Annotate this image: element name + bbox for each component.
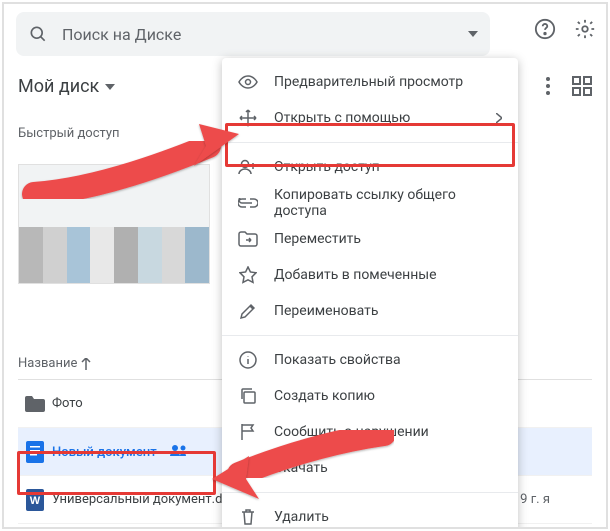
trash-icon xyxy=(238,508,258,526)
menu-details[interactable]: Показать свойства xyxy=(222,342,518,378)
chevron-right-icon xyxy=(496,113,502,123)
shared-icon xyxy=(170,444,188,456)
help-icon[interactable] xyxy=(534,18,556,40)
folder-icon xyxy=(18,396,52,412)
download-icon xyxy=(238,459,258,477)
menu-star[interactable]: Добавить в помеченные xyxy=(222,257,518,293)
svg-text:W: W xyxy=(30,495,41,507)
flag-icon xyxy=(238,423,258,441)
menu-preview[interactable]: Предварительный просмотр xyxy=(222,64,518,100)
word-icon: W xyxy=(18,489,52,511)
menu-copy[interactable]: Создать копию xyxy=(222,378,518,414)
search-bar[interactable]: Поиск на Диске xyxy=(16,12,490,56)
quick-access-thumbnail[interactable] xyxy=(18,164,210,284)
more-icon[interactable] xyxy=(546,77,550,95)
star-icon xyxy=(238,266,258,284)
gdoc-icon xyxy=(18,441,52,463)
person-add-icon xyxy=(238,159,258,175)
menu-delete[interactable]: Удалить xyxy=(222,499,518,529)
context-menu: Предварительный просмотр Открыть с помощ… xyxy=(222,58,518,529)
folder-move-icon xyxy=(238,231,258,247)
copy-icon xyxy=(238,387,258,405)
search-dropdown-icon[interactable] xyxy=(468,31,478,37)
mydrive-label: Мой диск xyxy=(18,76,99,97)
grid-view-icon[interactable] xyxy=(572,76,592,96)
mydrive-breadcrumb[interactable]: Мой диск xyxy=(18,76,115,97)
menu-report[interactable]: Сообщить о нарушении xyxy=(222,414,518,450)
settings-icon[interactable] xyxy=(574,18,596,40)
info-icon xyxy=(238,351,258,369)
move-arrows-icon xyxy=(238,109,258,127)
menu-copy-link[interactable]: Копировать ссылку общего доступа xyxy=(222,185,518,221)
menu-share[interactable]: Открыть доступ xyxy=(222,149,518,185)
menu-open-with[interactable]: Открыть с помощью xyxy=(222,100,518,136)
pencil-icon xyxy=(238,302,258,320)
quick-access-label: Быстрый доступ xyxy=(18,126,120,141)
eye-icon xyxy=(238,75,258,89)
search-placeholder: Поиск на Диске xyxy=(48,25,468,44)
menu-move[interactable]: Переместить xyxy=(222,221,518,257)
menu-download[interactable]: Скачать xyxy=(222,450,518,486)
menu-rename[interactable]: Переименовать xyxy=(222,293,518,329)
link-icon xyxy=(238,198,258,208)
search-icon xyxy=(28,24,48,44)
